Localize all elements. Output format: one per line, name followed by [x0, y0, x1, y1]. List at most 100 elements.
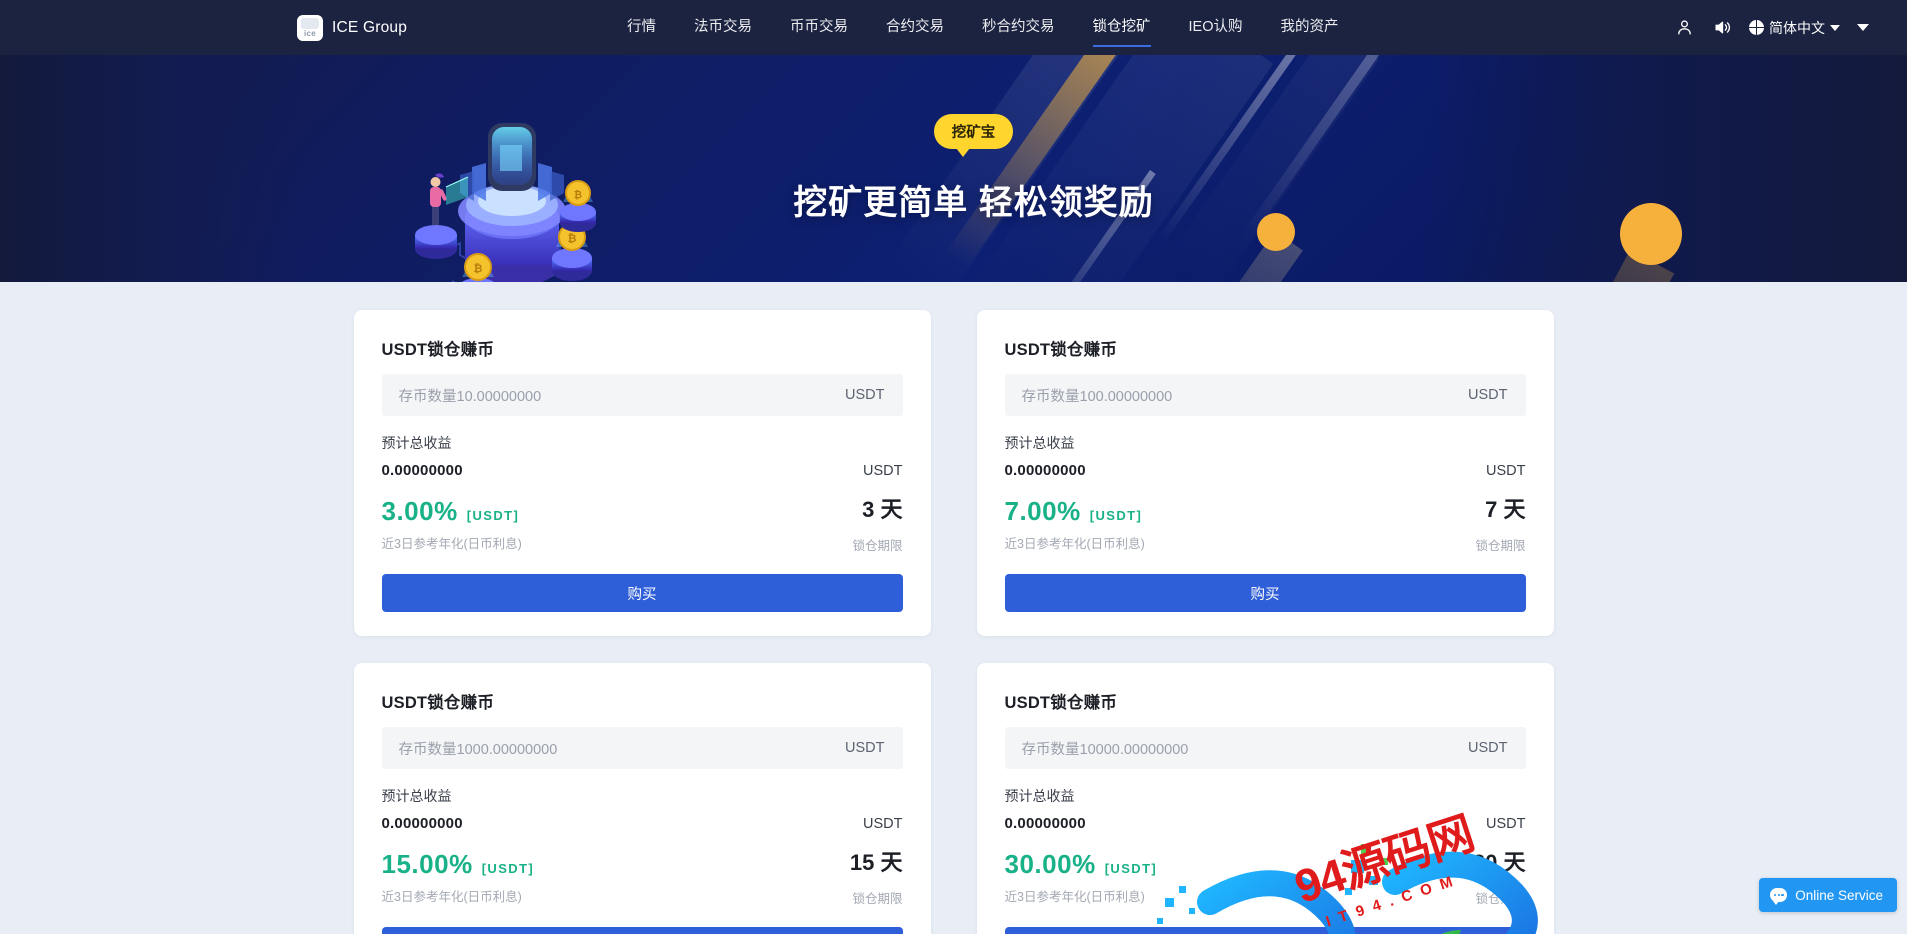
online-service-label: Online Service: [1795, 887, 1883, 903]
rate-percent: 15.00%: [381, 849, 473, 880]
amount-placeholder: 存币数量10000.00000000: [1021, 741, 1189, 758]
user-icon[interactable]: [1665, 9, 1703, 47]
profit-row: 0.00000000 USDT: [382, 462, 903, 479]
amount-placeholder: 存币数量100.00000000: [1021, 388, 1173, 405]
rate-block: 3.00% [USDT] 近3日参考年化(日币利息): [382, 498, 522, 552]
rate-block: 7.00% [USDT] 近3日参考年化(日币利息): [1005, 498, 1145, 552]
buy-button[interactable]: 购买: [1004, 927, 1526, 934]
nav-item-fiat-trade[interactable]: 法币交易: [675, 0, 771, 55]
term-days: 7 天: [1485, 497, 1526, 522]
rate-block: 15.00% [USDT] 近3日参考年化(日币利息): [382, 851, 535, 905]
amount-unit: USDT: [845, 387, 885, 403]
term-block: 7 天 锁仓期限: [1475, 498, 1525, 554]
mining-product-grid: USDT锁仓赚币 存币数量10.00000000 USDT 预计总收益 0.00…: [353, 310, 1554, 934]
brand-logo[interactable]: ice ICE Group: [297, 14, 408, 41]
profit-row: 0.00000000 USDT: [382, 815, 903, 832]
banner-badge: 挖矿宝: [933, 113, 1014, 157]
profit-label: 预计总收益: [1004, 435, 1075, 451]
rate-main: 3.00% [USDT]: [382, 498, 522, 524]
mining-product-card: USDT锁仓赚币 存币数量10000.00000000 USDT 预计总收益 0…: [976, 663, 1554, 934]
rate-subtext: 近3日参考年化(日币利息): [1004, 890, 1145, 905]
profit-unit: USDT: [1486, 463, 1526, 479]
rate-subtext: 近3日参考年化(日币利息): [1004, 537, 1145, 551]
banner-content: 挖矿宝 挖矿更简单 轻松领奖励: [0, 55, 1907, 282]
mining-product-card: USDT锁仓赚币 存币数量100.00000000 USDT 预计总收益 0.0…: [976, 310, 1554, 637]
profit-label: 预计总收益: [381, 435, 452, 451]
banner-title: 挖矿更简单 轻松领奖励: [793, 183, 1154, 222]
card-title: USDT锁仓赚币: [1004, 694, 1118, 713]
profit-value: 0.00000000: [381, 815, 463, 833]
amount-unit: USDT: [1468, 387, 1508, 403]
nav-item-coin-trade[interactable]: 币币交易: [771, 0, 867, 55]
top-navbar: ice ICE Group 行情 法币交易 币币交易 合约交易 秒合约交易 锁仓…: [0, 0, 1907, 55]
rate-coin: [USDT]: [1104, 861, 1158, 877]
rate-coin: [USDT]: [1089, 508, 1143, 523]
language-label: 简体中文: [1769, 19, 1825, 36]
rate-block: 30.00% [USDT] 近3日参考年化(日币利息): [1005, 851, 1158, 905]
rate-term-row: 3.00% [USDT] 近3日参考年化(日币利息) 3 天 锁仓期限: [382, 498, 903, 554]
profit-value: 0.00000000: [1004, 815, 1086, 833]
mining-product-card: USDT锁仓赚币 存币数量1000.00000000 USDT 预计总收益 0.…: [353, 663, 931, 934]
ice-logo-icon: ice: [297, 14, 323, 41]
amount-input[interactable]: 存币数量10.00000000 USDT: [381, 374, 903, 416]
brand-name: ICE Group: [332, 18, 408, 36]
amount-input[interactable]: 存币数量10000.00000000 USDT: [1004, 727, 1526, 770]
term-days: 30 天: [1472, 850, 1526, 876]
buy-button[interactable]: 购买: [381, 927, 903, 934]
chevron-down-icon: [1857, 24, 1869, 31]
term-block: 3 天 锁仓期限: [852, 498, 902, 554]
nav-item-my-assets[interactable]: 我的资产: [1261, 0, 1357, 55]
profit-unit: USDT: [863, 463, 903, 479]
main-nav: 行情 法币交易 币币交易 合约交易 秒合约交易 锁仓挖矿 IEO认购 我的资产: [608, 0, 1357, 55]
profit-unit: USDT: [863, 816, 903, 833]
online-service-button[interactable]: Online Service: [1759, 878, 1897, 912]
amount-input[interactable]: 存币数量1000.00000000 USDT: [381, 727, 903, 770]
nav-item-lock-mining[interactable]: 锁仓挖矿: [1074, 0, 1170, 55]
mining-product-card: USDT锁仓赚币 存币数量10.00000000 USDT 预计总收益 0.00…: [353, 310, 931, 637]
rate-percent: 3.00%: [381, 496, 458, 526]
rate-coin: [USDT]: [466, 508, 520, 523]
amount-unit: USDT: [845, 740, 885, 757]
chevron-down-icon: [1830, 24, 1840, 31]
profit-value: 0.00000000: [1004, 462, 1086, 479]
profit-row: 0.00000000 USDT: [1005, 462, 1526, 479]
profit-row: 0.00000000 USDT: [1005, 815, 1526, 832]
rate-coin: [USDT]: [481, 861, 535, 877]
term-label: 锁仓期限: [852, 892, 903, 907]
card-title: USDT锁仓赚币: [381, 694, 495, 713]
rate-subtext: 近3日参考年化(日币利息): [381, 890, 522, 905]
buy-button[interactable]: 购买: [1004, 574, 1526, 613]
term-days: 15 天: [849, 850, 903, 876]
amount-placeholder: 存币数量1000.00000000: [398, 741, 558, 758]
profit-label: 预计总收益: [1004, 788, 1075, 805]
term-days: 3 天: [862, 497, 903, 522]
rate-subtext: 近3日参考年化(日币利息): [381, 537, 522, 551]
speaker-icon[interactable]: [1703, 9, 1741, 47]
rate-term-row: 7.00% [USDT] 近3日参考年化(日币利息) 7 天 锁仓期限: [1005, 498, 1526, 554]
rate-main: 30.00% [USDT]: [1005, 851, 1158, 877]
nav-item-ieo[interactable]: IEO认购: [1170, 0, 1262, 55]
profit-value: 0.00000000: [381, 462, 463, 479]
card-title: USDT锁仓赚币: [381, 341, 495, 359]
language-selector[interactable]: 简体中文: [1741, 18, 1846, 38]
profit-unit: USDT: [1486, 816, 1526, 833]
amount-input[interactable]: 存币数量100.00000000 USDT: [1004, 374, 1526, 416]
buy-button[interactable]: 购买: [381, 574, 903, 613]
nav-item-second-contract[interactable]: 秒合约交易: [963, 0, 1074, 55]
term-label: 锁仓期限: [852, 539, 903, 554]
chat-bubble-icon: [1770, 888, 1788, 905]
rate-percent: 30.00%: [1004, 849, 1096, 880]
term-label: 锁仓期限: [1475, 539, 1526, 554]
nav-item-market[interactable]: 行情: [608, 0, 675, 55]
rate-main: 15.00% [USDT]: [382, 851, 535, 877]
globe-icon: [1749, 20, 1764, 35]
profit-label: 预计总收益: [381, 788, 452, 805]
rate-term-row: 30.00% [USDT] 近3日参考年化(日币利息) 30 天 锁仓期限: [1005, 851, 1526, 907]
amount-placeholder: 存币数量10.00000000: [398, 388, 542, 405]
nav-right-tools: 简体中文: [1665, 9, 1880, 47]
nav-more-dropdown[interactable]: [1846, 9, 1880, 47]
nav-item-contract-trade[interactable]: 合约交易: [867, 0, 963, 55]
rate-term-row: 15.00% [USDT] 近3日参考年化(日币利息) 15 天 锁仓期限: [382, 851, 903, 907]
hero-banner: ₿ ₿ ₿ 挖矿宝 挖矿更简单 轻松领奖励: [0, 55, 1907, 282]
term-label: 锁仓期限: [1475, 892, 1526, 907]
